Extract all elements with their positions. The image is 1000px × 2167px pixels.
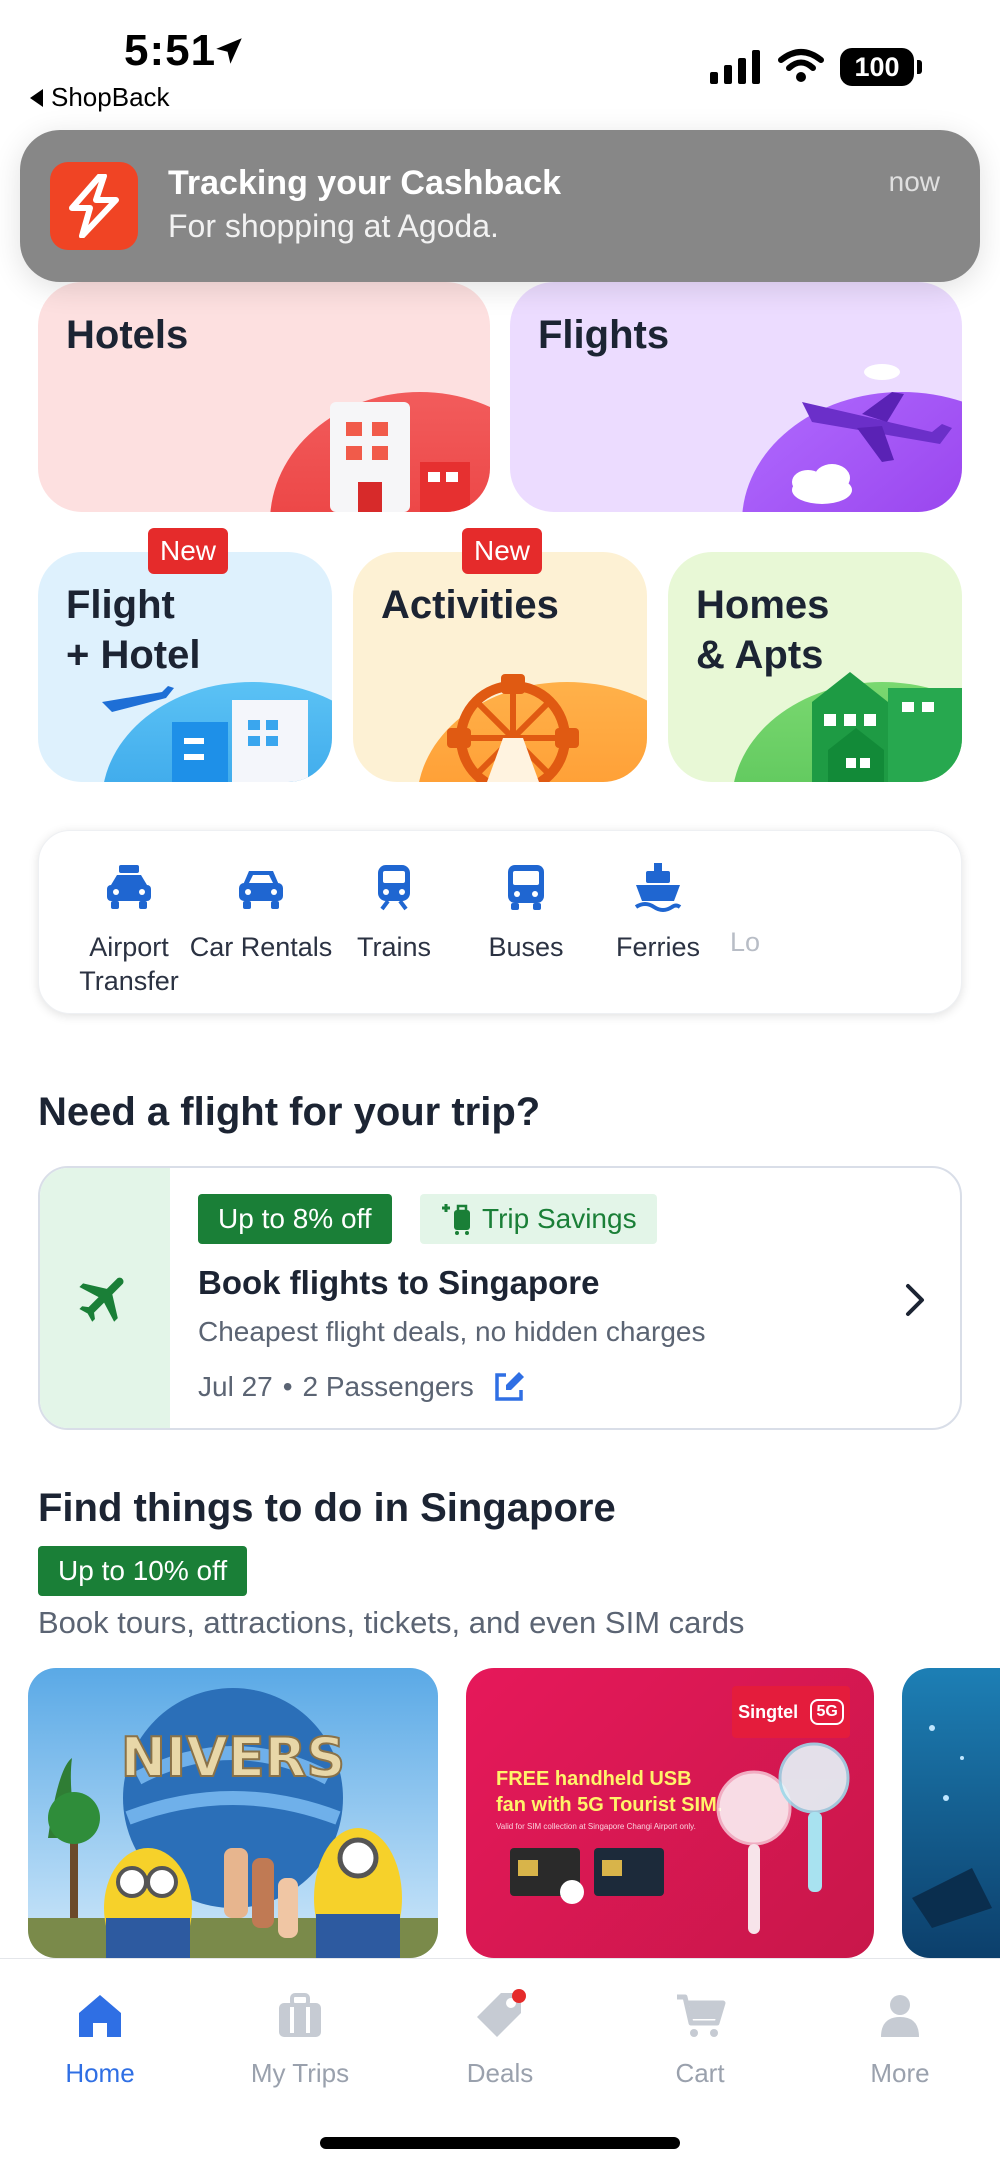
activities-discount-badge: Up to 10% off — [38, 1546, 248, 1596]
new-badge-activities: New — [462, 528, 543, 574]
activities-section-heading: Find things to do in Singapore — [38, 1486, 616, 1530]
back-to-app-link[interactable]: ShopBack — [30, 82, 170, 113]
tab-label: My Trips — [250, 2058, 350, 2088]
back-triangle-icon — [30, 88, 43, 107]
flight-discount-badge: Up to 8% off — [198, 1194, 392, 1244]
singtel-brand: Singtel — [738, 1701, 799, 1722]
taxi-icon — [107, 865, 151, 909]
usb-fan-images — [716, 1742, 850, 1934]
tab-label: Home — [65, 2058, 135, 2088]
singtel-fineprint: Valid for SIM collection at Singapore Ch… — [496, 1822, 696, 1831]
wifi-icon — [778, 49, 824, 82]
trip-savings-badge: Trip Savings — [420, 1194, 657, 1244]
activity-card-singtel-sim[interactable]: Singtel 5G FREE handheld USB fan with 5G… — [466, 1668, 874, 1958]
notification-body: For shopping at Agoda. — [168, 208, 499, 244]
sim-card-images — [510, 1848, 664, 1904]
tab-home[interactable]: Home — [0, 1989, 200, 2089]
universal-studios-photo: NIVERS — [28, 1668, 438, 1958]
5g-badge: 5G — [810, 1699, 844, 1725]
tab-label: Deals — [466, 2058, 534, 2088]
tab-deals[interactable]: Deals — [400, 1989, 600, 2089]
hotels-tile[interactable]: Hotels — [38, 282, 490, 512]
flight-section-heading: Need a flight for your trip? — [38, 1090, 541, 1134]
transport-options: Airport Transfer Car Rentals Trains Buse… — [38, 830, 962, 1014]
flight-hotel-illustration-icon — [102, 682, 332, 782]
back-app-label: ShopBack — [51, 82, 170, 112]
cart-icon — [677, 1994, 726, 2037]
bottom-tab-bar: Home My Trips Deals Cart More — [0, 1958, 1000, 2167]
trip-savings-label: Trip Savings — [482, 1203, 637, 1234]
chevron-right-icon — [906, 1284, 924, 1316]
airplane-illustration-icon — [742, 364, 962, 512]
location-arrow-icon — [216, 38, 242, 64]
activity-card-universal[interactable]: NIVERS — [28, 1668, 438, 1958]
tab-more[interactable]: More — [800, 1989, 1000, 2089]
transport-label: Lo — [729, 927, 761, 957]
hotel-building-icon — [270, 392, 490, 512]
flights-label: Flights — [538, 313, 670, 357]
flight-card-title: Book flights to Singapore — [198, 1264, 600, 1301]
hotels-label: Hotels — [66, 313, 189, 357]
tab-my-trips[interactable]: My Trips — [200, 1989, 400, 2089]
flight-hotel-tile[interactable]: Flight + Hotel — [38, 552, 332, 782]
flights-tile[interactable]: Flights — [510, 282, 962, 512]
tab-cart[interactable]: Cart — [600, 1989, 800, 2089]
cellular-signal-icon — [710, 50, 760, 84]
status-time: 5:51 — [124, 26, 217, 75]
luggage-plus-icon — [442, 1204, 470, 1235]
homes-illustration-icon — [734, 672, 962, 782]
svg-text:NIVERS: NIVERS — [121, 1726, 345, 1789]
battery-indicator: 100 — [840, 48, 922, 86]
new-badge-flight-hotel: New — [148, 528, 229, 574]
home-icon — [79, 1995, 121, 2037]
shopback-app-icon — [50, 162, 138, 250]
notification-title: Tracking your Cashback — [168, 164, 562, 202]
home-indicator[interactable] — [320, 2137, 680, 2149]
cashback-notification[interactable]: Tracking your Cashback For shopping at A… — [20, 130, 980, 282]
profile-icon — [881, 1995, 919, 2037]
flight-card-meta: Jul 27 • 2 Passengers — [198, 1370, 526, 1404]
meta-separator: • — [282, 1371, 293, 1402]
tab-label: Cart — [675, 2058, 725, 2088]
transport-more-cutoff[interactable]: Lo — [705, 861, 785, 959]
singtel-headline: FREE handheld USB fan with 5G Tourist SI… — [496, 1768, 723, 1816]
ferris-wheel-icon — [419, 674, 647, 782]
flight-deal-card[interactable]: Up to 8% off Trip Savings Book flights t… — [38, 1166, 962, 1430]
edit-icon[interactable] — [492, 1370, 526, 1404]
activities-label: Activities — [381, 583, 559, 627]
homes-apts-tile[interactable]: Homes & Apts — [668, 552, 962, 782]
notification-time: now — [888, 166, 940, 197]
bus-icon — [508, 865, 544, 910]
ferry-icon — [634, 863, 682, 912]
car-icon — [239, 871, 283, 909]
activities-subtitle: Book tours, attractions, tickets, and ev… — [38, 1605, 745, 1640]
flight-card-subtitle: Cheapest flight deals, no hidden charges — [198, 1316, 706, 1347]
aquarium-photo — [902, 1668, 1000, 1958]
activity-card-aquarium[interactable] — [902, 1668, 1000, 1958]
flight-date: Jul 27 — [198, 1371, 273, 1402]
flight-card-icon-panel — [40, 1168, 170, 1428]
train-icon — [378, 865, 410, 911]
flight-passengers: 2 Passengers — [302, 1371, 474, 1402]
activities-tile[interactable]: Activities — [353, 552, 647, 782]
price-tag-icon — [477, 1989, 526, 2037]
tab-label: More — [870, 2058, 930, 2088]
briefcase-icon — [279, 1993, 321, 2037]
airplane-icon — [79, 1277, 124, 1322]
